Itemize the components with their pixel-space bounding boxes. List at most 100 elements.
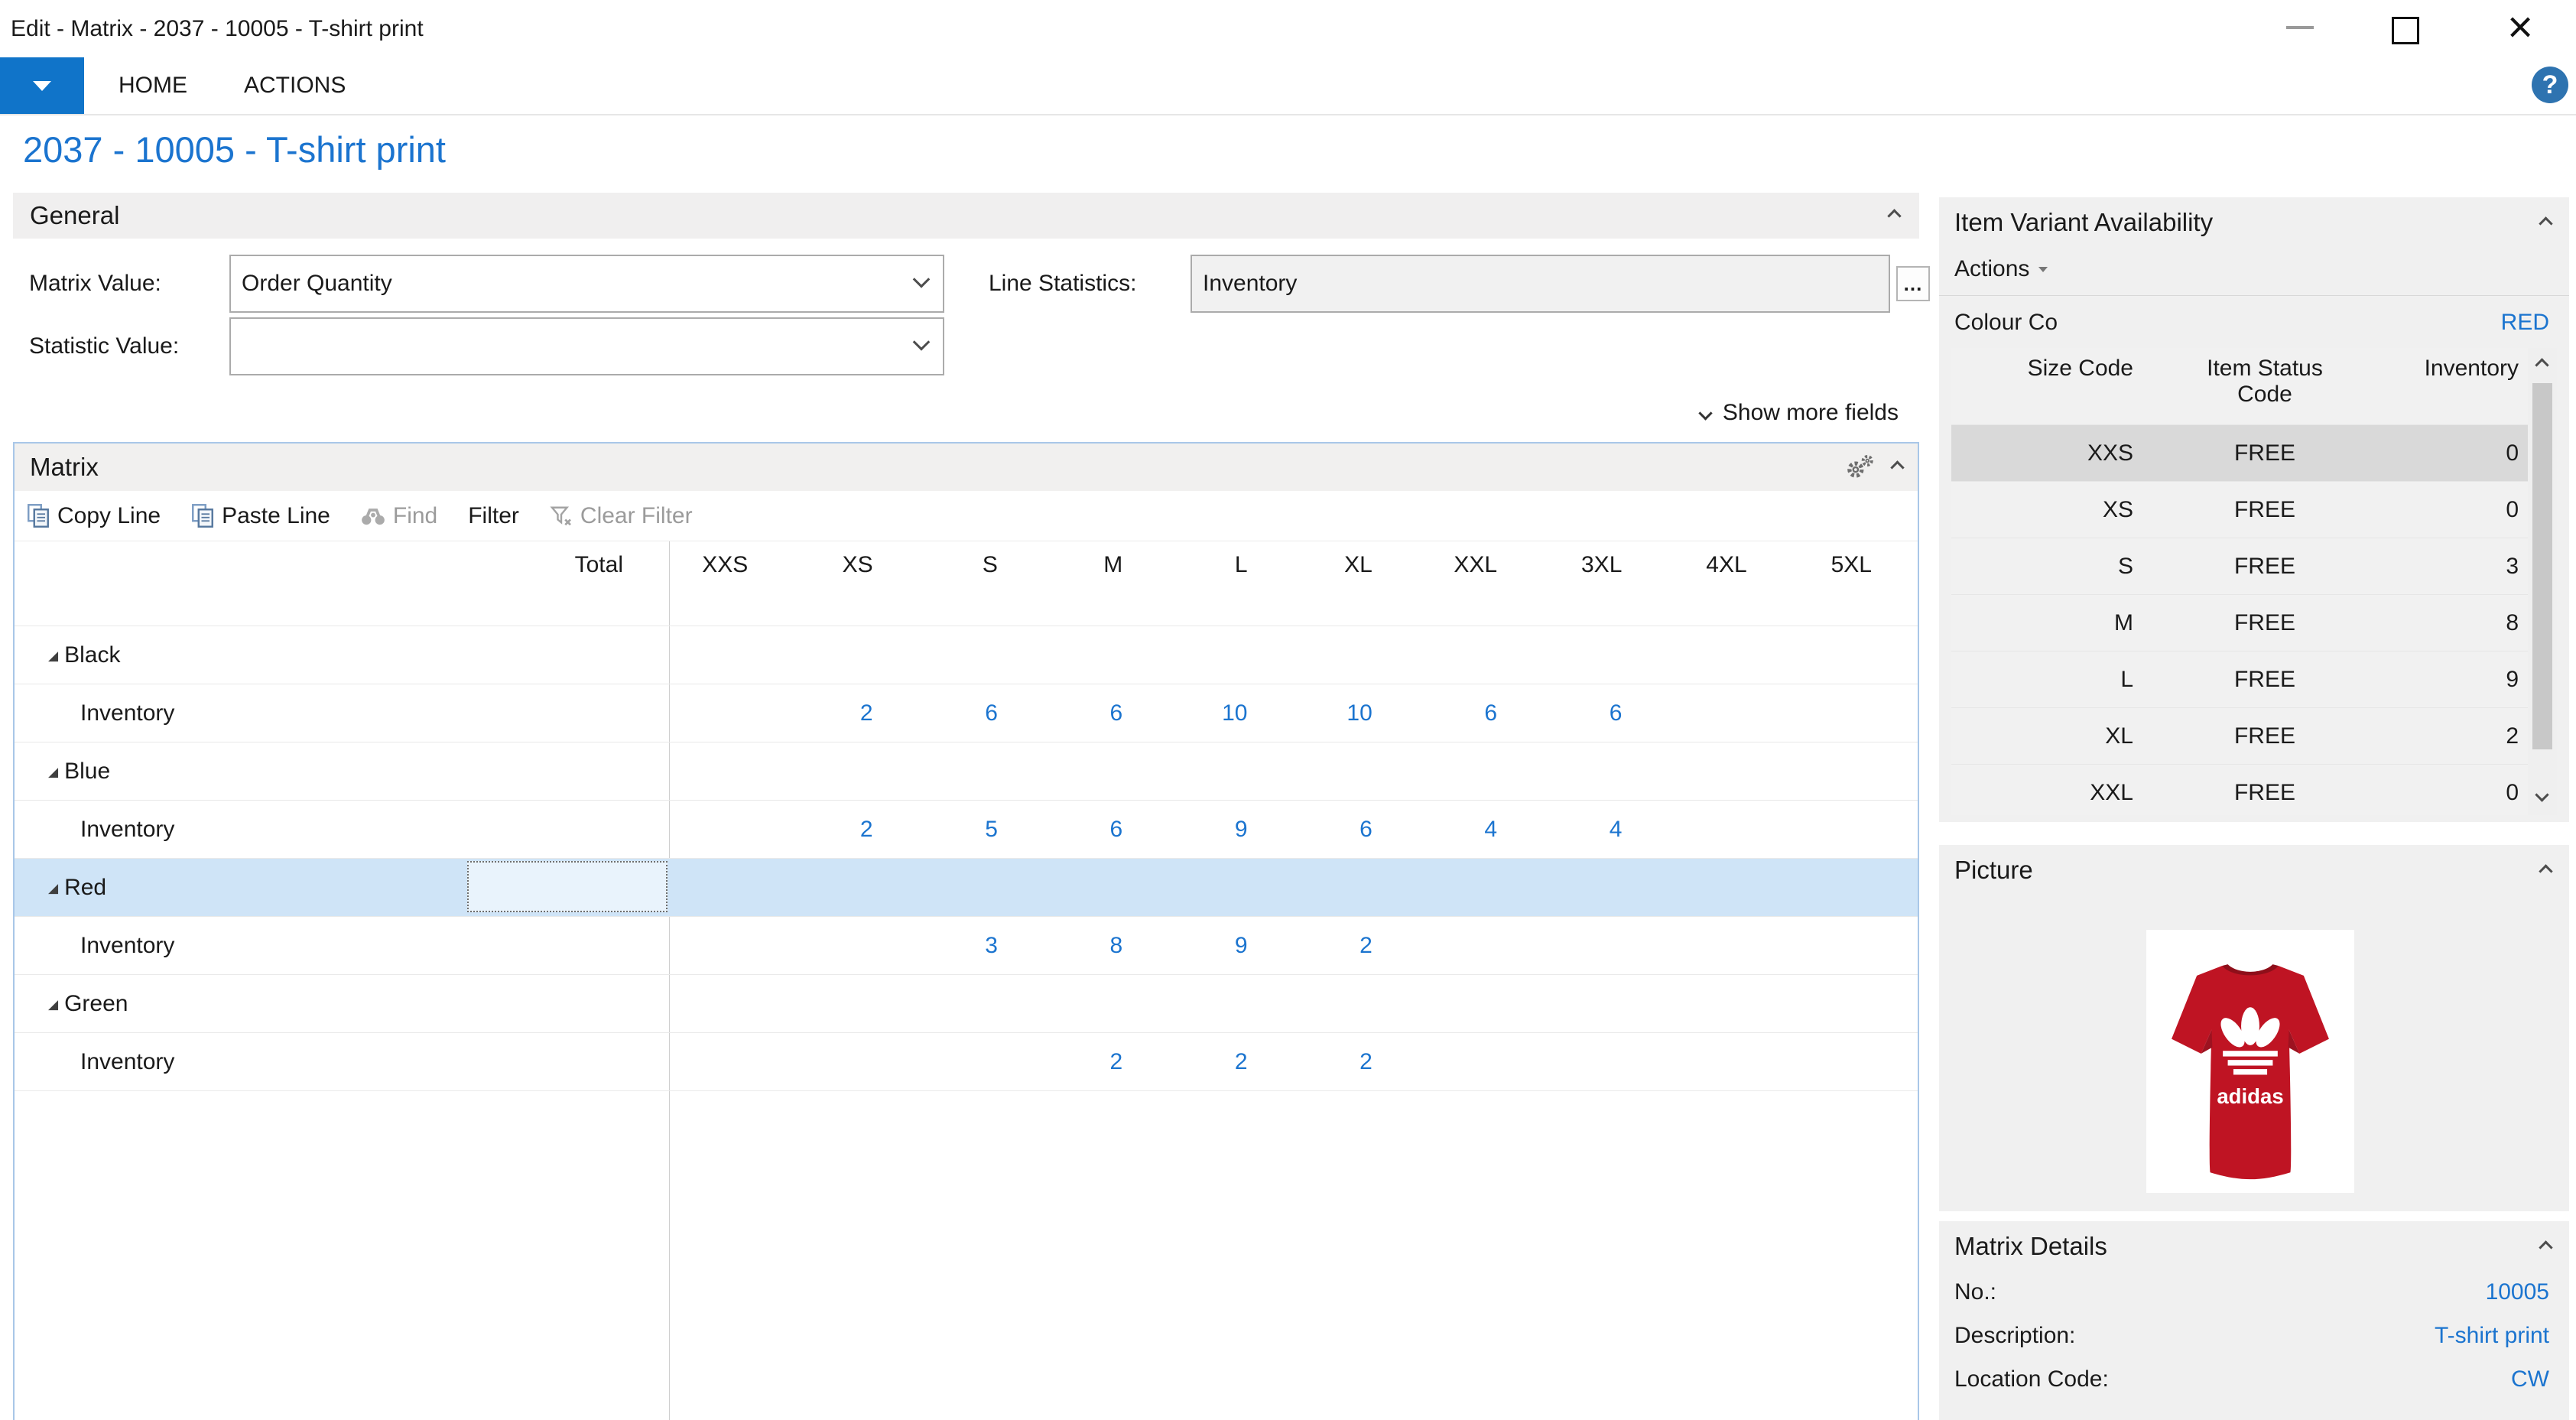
ribbon-tabs: HOME ACTIONS [119,57,346,114]
matrix-section-header[interactable]: Matrix [15,444,1918,491]
matrix-cell[interactable]: 5 [919,817,1044,843]
matrix-cell[interactable]: 9 [1168,933,1293,959]
matrix-cell[interactable]: 6 [1418,700,1543,726]
availability-row-xl[interactable]: XL FREE 2 [1951,707,2557,764]
paste-line-button[interactable]: Paste Line [191,503,330,529]
scrollbar[interactable] [2528,348,2557,815]
group-label[interactable]: Red [15,875,466,901]
matrix-row-inventory-black: Inventory 2 6 6 10 10 6 6 [15,684,1918,742]
actions-label: Actions [1954,256,2029,282]
collapse-triangle-icon [48,759,58,785]
help-icon[interactable]: ? [2532,67,2568,103]
minimize-icon [2286,26,2314,29]
availability-row-xxs[interactable]: XXS FREE 0 [1951,424,2557,481]
customize-gears-icon[interactable] [1845,454,1876,480]
column-header-5xl: 5XL [1793,541,1918,626]
detail-row-location-code: Location Code: CW [1954,1357,2549,1401]
matrix-row-group-blue[interactable]: Blue [15,742,1918,800]
matrix-cell[interactable]: 2 [1168,1049,1293,1075]
line-statistics-ellipsis-button[interactable]: ... [1896,266,1930,301]
collapse-chevron-icon[interactable] [2539,1240,2552,1254]
matrix-value-combobox[interactable]: Order Quantity [229,255,944,313]
collapse-chevron-icon[interactable] [1890,460,1904,474]
availability-row-s[interactable]: S FREE 3 [1951,538,2557,594]
matrix-row-group-red[interactable]: Red [15,858,1918,916]
show-more-fields-text: Show more fields [1723,400,1899,426]
inventory-header: Inventory [2387,348,2526,424]
column-header-3xl: 3XL [1543,541,1668,626]
ribbon: HOME ACTIONS ? [0,57,2576,115]
line-statistics-field[interactable]: Inventory [1191,255,1890,313]
group-label[interactable]: Green [15,991,466,1017]
collapse-triangle-icon [48,875,58,901]
focused-cell-editor[interactable] [467,861,668,912]
filter-button[interactable]: Filter [468,503,519,529]
app-menu-button[interactable] [0,57,84,114]
matrix-details-title: Matrix Details [1954,1232,2107,1261]
matrix-cell[interactable]: 6 [1044,817,1168,843]
availability-row-l[interactable]: L FREE 9 [1951,651,2557,707]
collapse-chevron-icon[interactable] [2539,864,2552,878]
collapse-chevron-icon[interactable] [1887,209,1901,223]
location-code-value[interactable]: CW [2511,1366,2549,1392]
statistic-value-combobox[interactable] [229,317,944,375]
matrix-cell[interactable]: 2 [794,700,918,726]
matrix-cell[interactable]: 8 [1044,933,1168,959]
item-variant-availability-panel: Item Variant Availability Actions Colour… [1939,197,2569,822]
close-icon [2507,5,2533,50]
matrix-cell[interactable]: 6 [919,700,1044,726]
matrix-row-group-black[interactable]: Black [15,626,1918,684]
scroll-up-icon[interactable] [2535,358,2548,372]
general-section-header[interactable]: General [13,193,1919,239]
line-statistics-label: Line Statistics: [989,255,1136,313]
copy-line-button[interactable]: Copy Line [27,503,161,529]
actions-menu[interactable]: Actions [1954,254,2048,284]
colour-code-value[interactable]: RED [2501,310,2549,336]
item-status-code-header: Item Status Code [2186,356,2344,408]
matrix-cell[interactable]: 2 [794,817,918,843]
no-value[interactable]: 10005 [2486,1279,2549,1305]
find-button[interactable]: Find [361,503,437,529]
minimize-button[interactable] [2272,0,2327,55]
availability-row-xs[interactable]: XS FREE 0 [1951,481,2557,538]
group-label[interactable]: Blue [15,759,466,785]
availability-row-xxl[interactable]: XXL FREE 0 [1951,764,2557,820]
tab-home[interactable]: HOME [119,73,187,99]
matrix-cell[interactable]: 6 [1044,700,1168,726]
divider [1939,295,2569,296]
matrix-grid: Total XXS XS S M L XL XXL 3XL 4XL 5XL Bl… [15,541,1918,1420]
matrix-cell[interactable]: 4 [1418,817,1543,843]
description-value[interactable]: T-shirt print [2435,1323,2549,1349]
tshirt-image: adidas [2155,935,2346,1188]
matrix-cell[interactable]: 10 [1294,700,1418,726]
restore-button[interactable] [2381,0,2436,55]
scrollbar-thumb[interactable] [2532,383,2552,749]
availability-table: Size Code Item Status Code Inventory XXS… [1951,348,2557,815]
clear-filter-button[interactable]: Clear Filter [550,503,693,529]
matrix-cell[interactable]: 9 [1168,817,1293,843]
row-label: Inventory [15,933,466,959]
collapse-triangle-icon [48,991,58,1017]
group-label[interactable]: Black [15,642,466,668]
matrix-cell[interactable]: 2 [1044,1049,1168,1075]
availability-table-header: Size Code Item Status Code Inventory [1951,348,2557,424]
matrix-cell[interactable]: 2 [1294,933,1418,959]
collapse-chevron-icon[interactable] [2539,216,2552,230]
scroll-down-icon[interactable] [2535,788,2548,801]
show-more-fields-link[interactable]: Show more fields [1701,398,1899,428]
column-header-xxl: XXL [1418,541,1543,626]
matrix-cell[interactable]: 10 [1168,700,1293,726]
close-button[interactable] [2493,0,2548,55]
matrix-cell[interactable]: 6 [1543,700,1668,726]
matrix-row-group-green[interactable]: Green [15,974,1918,1032]
edit-matrix-window: Edit - Matrix - 2037 - 10005 - T-shirt p… [0,0,2576,1420]
matrix-cell[interactable]: 3 [919,933,1044,959]
chevron-down-icon[interactable] [913,333,931,351]
matrix-cell[interactable]: 6 [1294,817,1418,843]
matrix-cell[interactable]: 2 [1294,1049,1418,1075]
availability-row-m[interactable]: M FREE 8 [1951,594,2557,651]
chevron-down-icon[interactable] [913,271,931,288]
row-label: Inventory [15,700,466,726]
tab-actions[interactable]: ACTIONS [244,73,346,99]
matrix-cell[interactable]: 4 [1543,817,1668,843]
